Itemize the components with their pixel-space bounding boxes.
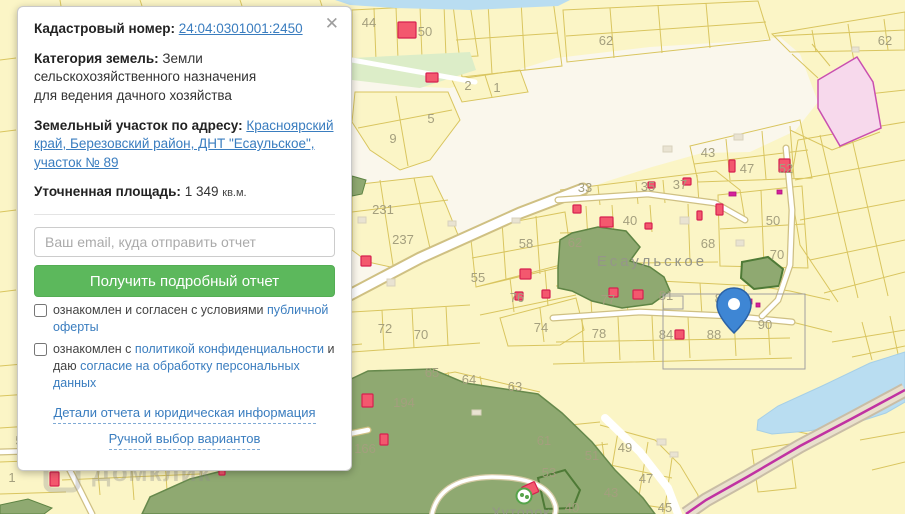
- cadastral-number-link[interactable]: 24:04:0301001:2450: [179, 21, 303, 36]
- cadastral-map-app: 4450626221594347523335374062685070778186…: [0, 0, 905, 514]
- personal-data-link[interactable]: согласие на обработку персональных данны…: [53, 359, 300, 390]
- parcel-number: 194: [393, 395, 415, 410]
- privacy-text-1: ознакомлен с: [53, 342, 131, 356]
- parcel-number: 50: [418, 24, 432, 39]
- parcel-number: 84: [659, 327, 673, 342]
- category-extra: для ведения дачного хозяйства: [34, 88, 232, 103]
- divider: [34, 214, 335, 215]
- submit-report-button[interactable]: Получить подробный отчет: [34, 265, 335, 297]
- place-label: Есаульское: [597, 253, 707, 270]
- bottom-links: Детали отчета и юридическая информация Р…: [34, 404, 335, 456]
- parcel-number: 231: [372, 202, 394, 217]
- cadastral-label: Кадастровый номер:: [34, 21, 175, 36]
- parcel-number: 53: [542, 465, 556, 480]
- parcel-number: 50: [766, 213, 780, 228]
- area-row: Уточненная площадь: 1 349 кв.м.: [34, 183, 335, 202]
- close-button[interactable]: ✕: [321, 13, 343, 34]
- parcel-number: 40: [565, 500, 579, 514]
- parcel-number: 52: [779, 161, 793, 176]
- offer-checkbox-row: ознакомлен и согласен с условиями публич…: [34, 302, 335, 336]
- parcel-number: 166: [354, 441, 376, 456]
- parcel-number: 62: [878, 33, 892, 48]
- parcel-info-popup: ✕ Кадастровый номер: 24:04:0301001:2450 …: [17, 6, 352, 471]
- manual-selection-link[interactable]: Ручной выбор вариантов: [109, 430, 261, 450]
- area-units: кв.м.: [222, 187, 246, 199]
- parcel-number: 65: [425, 365, 439, 380]
- email-input[interactable]: [34, 227, 335, 257]
- offer-checkbox[interactable]: [34, 304, 47, 317]
- parcel-number: 43: [701, 145, 715, 160]
- parcel-number: 74: [534, 320, 548, 335]
- parcel-number: 70: [414, 327, 428, 342]
- parcel-number: 9: [389, 131, 396, 146]
- parcel-number: 90: [758, 317, 772, 332]
- parcel-number: 78: [592, 326, 606, 341]
- parcel-number: 47: [639, 471, 653, 486]
- parcel-number: 77: [601, 292, 615, 307]
- close-icon: ✕: [325, 14, 339, 33]
- privacy-policy-link[interactable]: политикой конфиденциальности: [135, 342, 324, 356]
- parcel-number: 55: [471, 270, 485, 285]
- address-label: Земельный участок по адресу:: [34, 118, 243, 133]
- parcel-number: 2: [464, 78, 471, 93]
- parcel-number: 45: [658, 500, 672, 514]
- parcel-number: 1: [8, 470, 15, 485]
- parcel-number: 33: [578, 180, 592, 195]
- parcel-number: 88: [707, 327, 721, 342]
- parcel-number: 44: [362, 15, 376, 30]
- parcel-number: 62: [599, 33, 613, 48]
- offer-text: ознакомлен и согласен с условиями: [53, 303, 264, 317]
- parcel-number: 43: [604, 485, 618, 500]
- privacy-checkbox[interactable]: [34, 343, 47, 356]
- parcel-number: 70: [770, 247, 784, 262]
- parcel-number: 62: [568, 235, 582, 250]
- parcel-number: 40: [623, 213, 637, 228]
- parcel-number: 5: [427, 111, 434, 126]
- parcel-number: 237: [392, 232, 414, 247]
- parcel-number: 72: [378, 321, 392, 336]
- area-value: 1 349: [185, 184, 219, 199]
- parcel-number: 76: [510, 290, 524, 305]
- parcel-number: 49: [618, 440, 632, 455]
- category-row: Категория земель: Земли сельскохозяйстве…: [34, 50, 335, 106]
- parcel-number: 58: [519, 236, 533, 251]
- report-details-link[interactable]: Детали отчета и юридическая информация: [53, 404, 315, 424]
- address-row: Земельный участок по адресу: Красноярски…: [34, 117, 335, 173]
- playground-icon: [517, 489, 532, 504]
- parcel-number: 35: [641, 179, 655, 194]
- parcel-number: 61: [537, 433, 551, 448]
- category-label: Категория земель:: [34, 51, 159, 66]
- place-label: Хуторок: [492, 504, 551, 514]
- parcel-number: 64: [462, 372, 476, 387]
- parcel-number: 51: [585, 448, 599, 463]
- privacy-checkbox-row: ознакомлен с политикой конфиденциальност…: [34, 341, 335, 392]
- parcel-number: 37: [673, 177, 687, 192]
- parcel-number: 1: [493, 80, 500, 95]
- parcel-number: 47: [740, 161, 754, 176]
- cadastral-row: Кадастровый номер: 24:04:0301001:2450: [34, 20, 335, 39]
- parcel-number: 63: [508, 379, 522, 394]
- parcel-number: 68: [701, 236, 715, 251]
- area-label: Уточненная площадь:: [34, 184, 181, 199]
